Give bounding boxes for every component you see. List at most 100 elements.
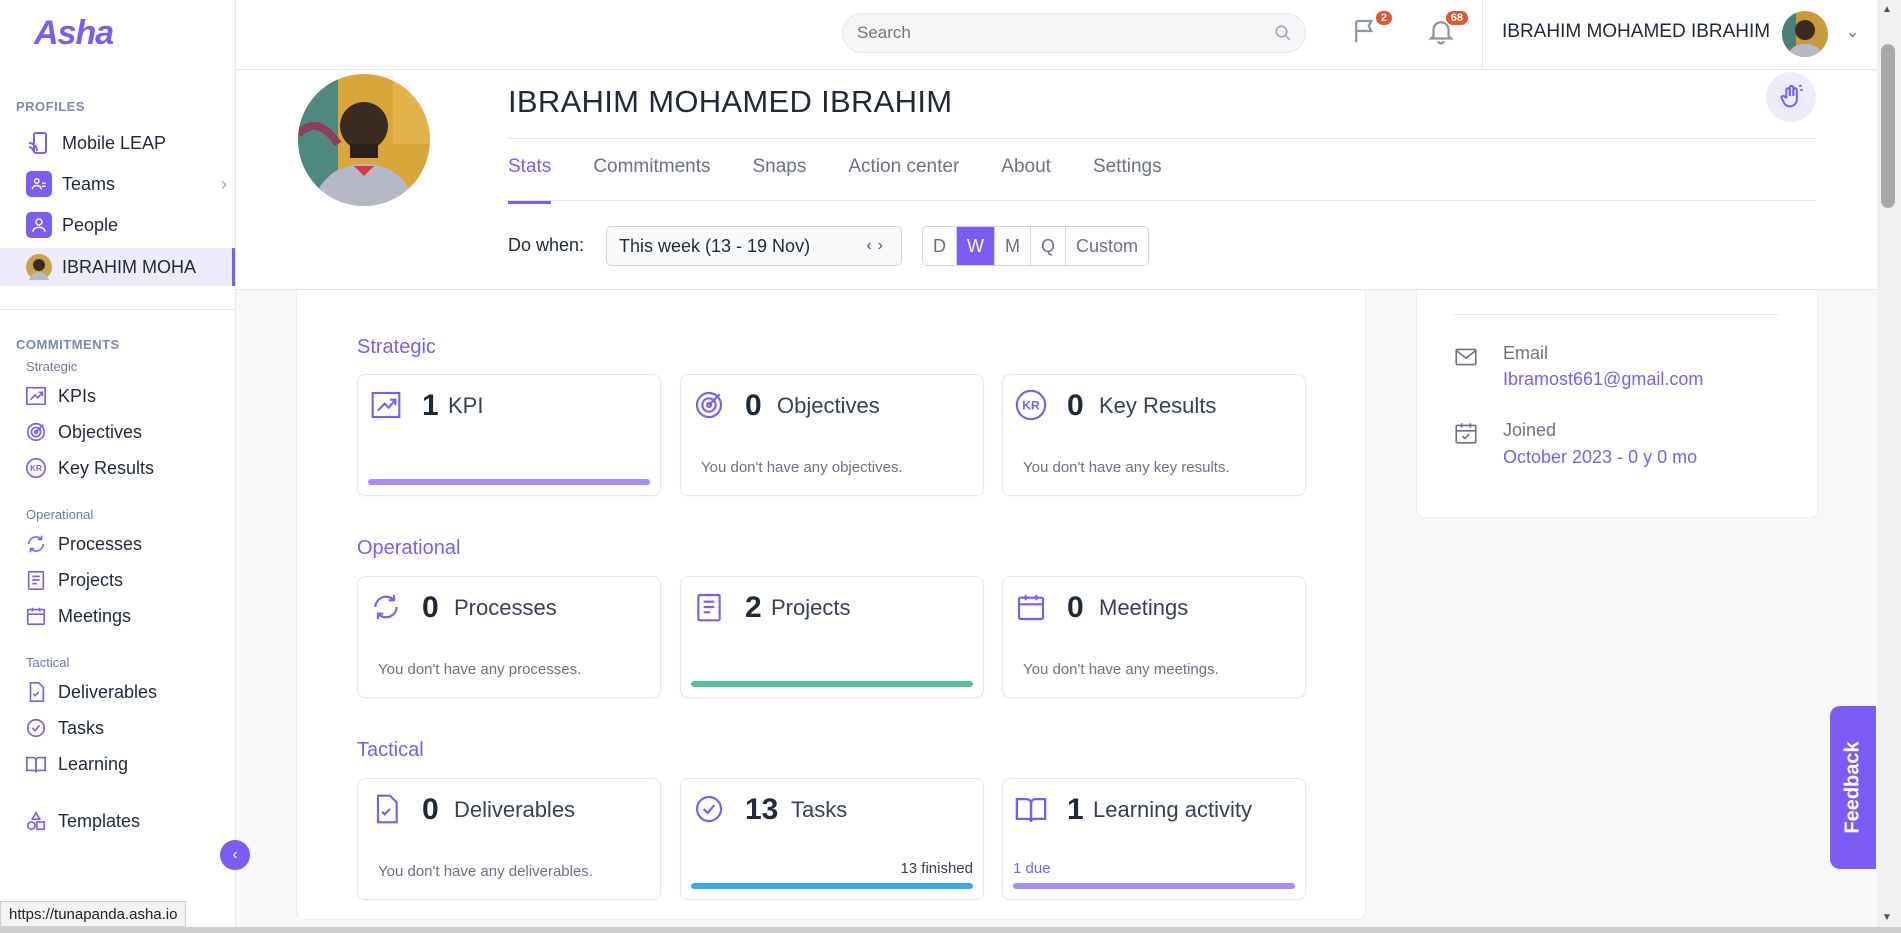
sidebar-item-label: Learning <box>58 753 129 774</box>
contact-info-card: Email Ibramost661@gmail.com Joined Octob… <box>1416 290 1818 518</box>
sidebar-item-label: Deliverables <box>58 681 158 702</box>
commitments-section-title: COMMITMENTS <box>16 337 120 352</box>
clipboard-icon <box>24 568 48 592</box>
tactical-subtitle: Tactical <box>26 655 70 670</box>
joined-value: October 2023 - 0 y 0 mo <box>1503 447 1698 467</box>
scroll-down-arrow-icon[interactable]: ▼ <box>1882 912 1892 923</box>
sidebar-item-label: Teams <box>62 173 116 194</box>
file-check-icon <box>368 791 404 827</box>
sidebar-item-mobile-leap[interactable]: Mobile LEAP <box>0 124 235 162</box>
chevron-left-icon: ‹ <box>232 846 238 863</box>
meetings-stat-card[interactable]: 0 Meetings You don't have any meetings. <box>1002 576 1306 698</box>
projects-label: Projects <box>771 595 851 620</box>
asha-logo[interactable]: Asha <box>34 14 114 53</box>
calendar-icon <box>24 604 48 628</box>
profile-tabs: Stats Commitments Snaps Action center Ab… <box>508 156 1162 204</box>
tasks-finished-note: 13 finished <box>900 860 973 877</box>
notifications-button[interactable]: 68 <box>1426 11 1468 48</box>
avatar[interactable] <box>1782 11 1828 57</box>
mobile-cast-icon <box>26 130 52 156</box>
kpi-stat-card[interactable]: 1 KPI <box>357 374 661 496</box>
strategic-group-title: Strategic <box>357 336 436 358</box>
key-results-empty-text: You don't have any key results. <box>1023 459 1230 476</box>
period-toggle: D W M Q Custom <box>922 226 1150 266</box>
sidebar-item-processes[interactable]: Processes <box>0 527 235 561</box>
wave-hand-icon <box>1780 84 1803 108</box>
email-link[interactable]: Ibramost661@gmail.com <box>1503 369 1703 390</box>
do-when-label: Do when: <box>508 235 585 255</box>
projects-count: 2 <box>745 591 762 624</box>
week-selector[interactable]: This week (13 - 19 Nov) ‹› <box>606 226 902 266</box>
calendar-check-icon <box>1453 420 1479 446</box>
sidebar-item-templates[interactable]: Templates <box>0 804 235 838</box>
meetings-empty-text: You don't have any meetings. <box>1023 661 1219 678</box>
user-menu-name[interactable]: IBRAHIM MOHAMED IBRAHIM <box>1502 21 1770 43</box>
feedback-button[interactable]: Feedback <box>1830 706 1876 869</box>
search-input[interactable] <box>842 13 1306 53</box>
key-results-label: Key Results <box>1099 393 1217 418</box>
chevron-right-icon[interactable]: › <box>221 174 227 195</box>
tab-about[interactable]: About <box>1001 156 1051 204</box>
key-results-count: 0 <box>1067 389 1084 422</box>
scroll-up-arrow-icon[interactable]: ▲ <box>1882 4 1892 15</box>
svg-text:KR: KR <box>30 464 42 473</box>
sidebar-item-current-user[interactable]: IBRAHIM MOHA <box>0 248 235 286</box>
wave-button[interactable] <box>1766 72 1816 122</box>
shapes-icon <box>24 809 48 833</box>
period-day-button[interactable]: D <box>923 227 957 265</box>
sidebar-item-people[interactable]: People <box>0 206 235 244</box>
week-nav-arrows[interactable]: ‹› <box>866 237 889 255</box>
profile-avatar <box>298 74 430 206</box>
tab-settings[interactable]: Settings <box>1093 156 1162 204</box>
learning-progress-bar <box>1013 883 1295 889</box>
chevron-down-icon[interactable]: ⌄ <box>1846 22 1859 42</box>
book-icon <box>1013 791 1049 827</box>
tab-stats[interactable]: Stats <box>508 156 552 204</box>
search-icon[interactable] <box>1274 24 1292 47</box>
sidebar-item-kpis[interactable]: KPIs <box>0 379 235 413</box>
operational-subtitle: Operational <box>26 507 94 522</box>
sidebar-item-key-results[interactable]: KR Key Results <box>0 451 235 485</box>
check-circle-icon <box>24 716 48 740</box>
clipboard-icon <box>691 589 727 625</box>
sidebar: Asha PROFILES Mobile LEAP Teams › People… <box>0 0 236 933</box>
window-bottom-edge <box>0 927 1901 933</box>
tab-action-center[interactable]: Action center <box>848 156 959 204</box>
sidebar-item-label: Projects <box>58 569 124 590</box>
tab-commitments[interactable]: Commitments <box>593 156 710 204</box>
period-week-button[interactable]: W <box>957 227 995 265</box>
key-results-stat-card[interactable]: KR 0 Key Results You don't have any key … <box>1002 374 1306 496</box>
tasks-stat-card[interactable]: 13 Tasks 13 finished <box>680 778 984 900</box>
sidebar-item-meetings[interactable]: Meetings <box>0 599 235 633</box>
tasks-label: Tasks <box>791 797 848 822</box>
page-title: IBRAHIM MOHAMED IBRAHIM <box>508 84 953 119</box>
sidebar-item-objectives[interactable]: Objectives <box>0 415 235 449</box>
week-value: This week (13 - 19 Nov) <box>619 235 811 256</box>
sidebar-item-deliverables[interactable]: Deliverables <box>0 675 235 709</box>
sidebar-item-label: Processes <box>58 533 143 554</box>
period-custom-button[interactable]: Custom <box>1066 227 1149 265</box>
mail-icon <box>1453 344 1479 370</box>
processes-count: 0 <box>422 591 439 624</box>
projects-progress-bar <box>691 681 973 687</box>
objectives-stat-card[interactable]: 0 Objectives You don't have any objectiv… <box>680 374 984 496</box>
collapse-sidebar-button[interactable]: ‹ <box>220 840 250 870</box>
learning-count: 1 <box>1067 793 1084 826</box>
sidebar-item-projects[interactable]: Projects <box>0 563 235 597</box>
period-quarter-button[interactable]: Q <box>1031 227 1067 265</box>
sidebar-item-label: Templates <box>58 810 141 831</box>
page-scrollbar[interactable]: ▲ ▼ <box>1877 0 1901 933</box>
processes-stat-card[interactable]: 0 Processes You don't have any processes… <box>357 576 661 698</box>
learning-stat-card[interactable]: 1 Learning activity 1 due <box>1002 778 1306 900</box>
period-month-button[interactable]: M <box>995 227 1031 265</box>
projects-stat-card[interactable]: 2 Projects <box>680 576 984 698</box>
sidebar-item-label: Tasks <box>58 717 105 738</box>
flag-button[interactable]: 2 <box>1350 11 1392 48</box>
deliverables-stat-card[interactable]: 0 Deliverables You don't have any delive… <box>357 778 661 900</box>
sidebar-item-learning[interactable]: Learning <box>0 747 235 781</box>
scroll-thumb[interactable] <box>1881 44 1895 208</box>
sidebar-item-teams[interactable]: Teams › <box>0 165 235 203</box>
tab-snaps[interactable]: Snaps <box>753 156 807 204</box>
email-label: Email <box>1503 343 1549 363</box>
sidebar-item-tasks[interactable]: Tasks <box>0 711 235 745</box>
